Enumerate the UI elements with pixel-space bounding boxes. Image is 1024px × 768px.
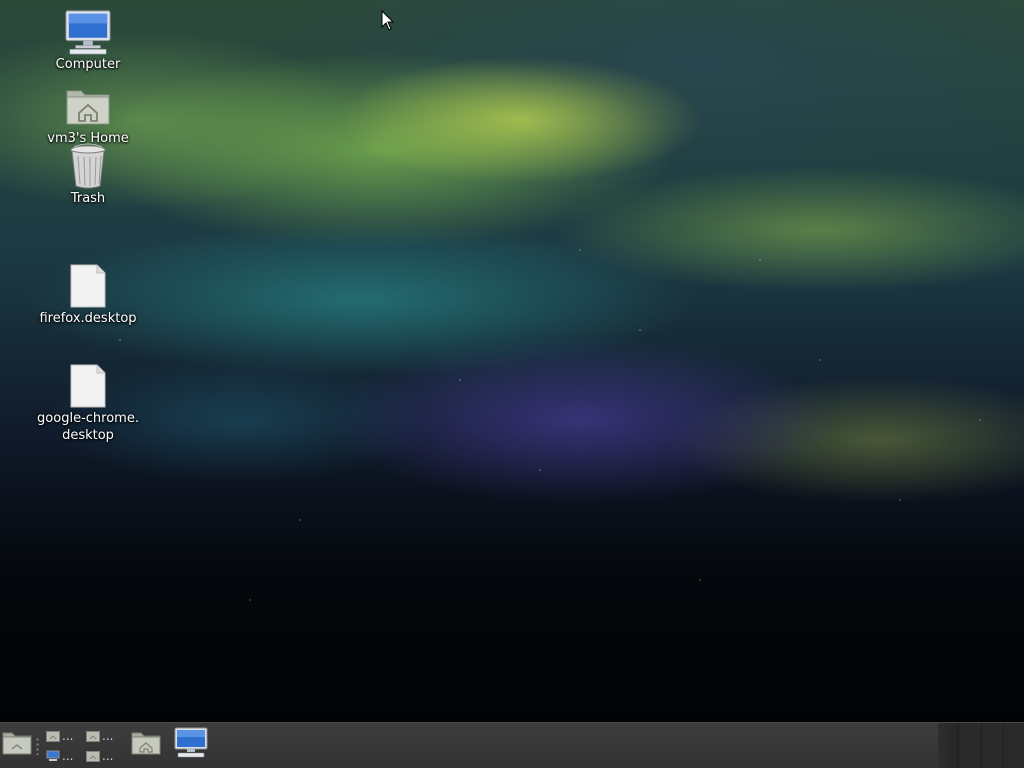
panel-tray-area: [938, 723, 958, 768]
workspace-overflow-text: ...: [62, 749, 74, 763]
desktop-icon-trash[interactable]: Trash: [33, 142, 143, 207]
desktop-icon-label: Computer: [55, 57, 121, 72]
computer-icon: [44, 748, 62, 764]
applications-menu-button[interactable]: [0, 727, 34, 763]
folder-menu-icon: [2, 730, 32, 760]
panel-tray-slot[interactable]: [981, 723, 1003, 768]
workspace-1[interactable]: ...: [44, 726, 84, 746]
computer-icon: [174, 727, 208, 763]
file-icon: [64, 362, 112, 410]
workspace-3[interactable]: ...: [44, 746, 84, 766]
home-folder-launcher[interactable]: [128, 727, 164, 763]
workspace-overflow-text: ...: [102, 749, 114, 763]
panel-tray-slot[interactable]: [958, 723, 981, 768]
home-folder-icon: [44, 728, 62, 744]
desktop-icon-label: Trash: [70, 191, 106, 206]
computer-icon: [64, 8, 112, 56]
computer-launcher[interactable]: [172, 727, 210, 763]
desktop-icon-computer[interactable]: Computer: [33, 8, 143, 73]
desktop-icon-home[interactable]: vm3's Home: [33, 82, 143, 147]
workspace-overflow-text: ...: [102, 729, 114, 743]
home-folder-icon: [131, 730, 161, 760]
workspace-4[interactable]: ...: [84, 746, 124, 766]
home-folder-icon: [64, 82, 112, 130]
bottom-panel: ... ... ... ...: [0, 722, 1024, 768]
workspace-2[interactable]: ...: [84, 726, 124, 746]
wallpaper-stars: [0, 0, 1024, 722]
home-folder-icon: [84, 728, 102, 744]
mouse-pointer-icon: [381, 9, 395, 36]
desktop-icon-firefox-desktop[interactable]: firefox.desktop: [33, 262, 143, 327]
desktop-icon-label: firefox.desktop: [39, 311, 137, 326]
panel-drag-handle[interactable]: [36, 737, 39, 755]
desktop-icon-google-chrome-desktop[interactable]: google-chrome. desktop: [33, 362, 143, 444]
desktop[interactable]: Computer vm3's Home Trash firefox.deskto…: [0, 0, 1024, 722]
file-icon: [64, 262, 112, 310]
panel-tray-slot[interactable]: [1003, 723, 1024, 768]
desktop-icon-label: google-chrome. desktop: [37, 411, 139, 443]
trash-icon: [64, 142, 112, 190]
workspace-overflow-text: ...: [62, 729, 74, 743]
workspace-switcher[interactable]: ... ... ... ...: [44, 726, 124, 766]
home-folder-icon: [84, 748, 102, 764]
